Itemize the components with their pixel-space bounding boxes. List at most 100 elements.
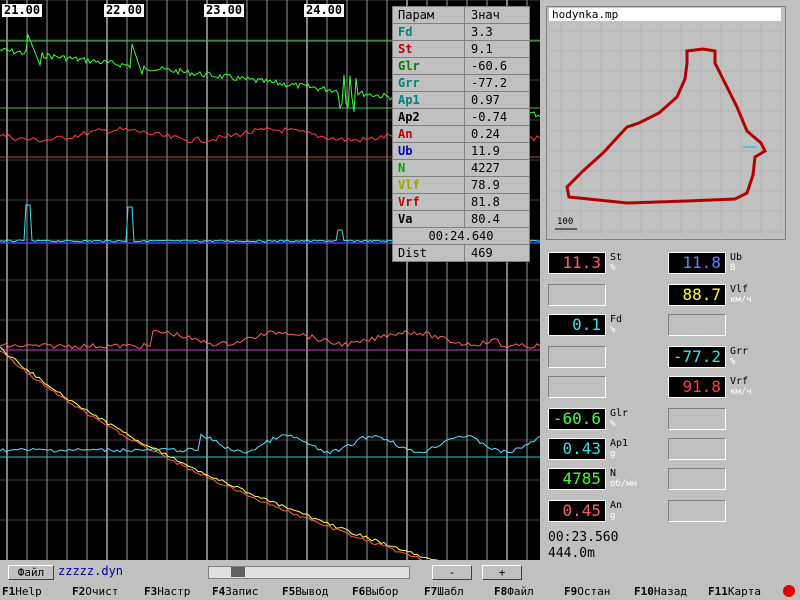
indicator-label-st: St: [610, 252, 623, 263]
param-name: An: [393, 126, 465, 142]
fkey-f7[interactable]: F7Шабл: [424, 584, 464, 600]
param-name: Fd: [393, 24, 465, 40]
indicator-ap1[interactable]: 0.43: [548, 438, 606, 460]
param-name: N: [393, 160, 465, 176]
param-dist-name: Dist: [393, 245, 465, 261]
indicator-grr[interactable]: -77.2: [668, 346, 726, 368]
param-time-row: 00:24.640: [393, 228, 529, 245]
param-header-value: Знач: [471, 8, 500, 22]
indicator-an[interactable]: 0.45: [548, 500, 606, 522]
indicator-st[interactable]: 11.3: [548, 252, 606, 274]
fkey-code: F6: [352, 585, 366, 598]
fkey-f8[interactable]: F8Файл: [494, 584, 534, 600]
fkey-f6[interactable]: F6Выбор: [352, 584, 398, 600]
param-value: -77.2: [471, 76, 508, 90]
fkey-f1[interactable]: F1Help: [2, 584, 42, 600]
indicator-vlf[interactable]: 88.7: [668, 284, 726, 306]
indicator-glr[interactable]: -60.6: [548, 408, 606, 430]
indicator-unit-ub: В: [730, 263, 736, 273]
time-label-1: 21.00: [2, 3, 43, 17]
fkey-f3[interactable]: F3Настр: [144, 584, 190, 600]
fkey-label: Остан: [577, 585, 611, 598]
param-value: -0.74: [471, 110, 508, 124]
track-map: [549, 23, 783, 235]
param-row-glr: Glr -60.6: [393, 58, 529, 75]
parameter-table: Парам Знач Fd 3.3 St 9.1 Glr -60.6 Grr -77.2 Ap1…: [392, 6, 530, 262]
fkey-f2[interactable]: F2Очист: [72, 584, 118, 600]
filename: zzzzz.dyn: [58, 564, 124, 578]
empty-indicator: [668, 408, 726, 430]
fkey-f10[interactable]: F10Назад: [634, 584, 687, 600]
param-value: 0.24: [471, 127, 500, 141]
fkey-label: Настр: [157, 585, 191, 598]
function-key-bar: F1Help F2Очист F3Настр F4Запис F5Вывод F6Выбо…: [0, 584, 800, 600]
telemetry-graph[interactable]: 21.00 22.00 23.00 24.00 Парам Знач Fd 3.3…: [0, 0, 540, 560]
param-row-ap1: Ap1 0.97: [393, 92, 529, 109]
indicator-vrf[interactable]: 91.8: [668, 376, 726, 398]
distance-readout: 444.0m: [548, 546, 595, 561]
param-name: Ap2: [393, 109, 465, 125]
trace-vrf-upper: [0, 329, 540, 350]
fkey-label: Help: [15, 585, 42, 598]
param-row-ap2: Ap2 -0.74: [393, 109, 529, 126]
indicator-ub[interactable]: 11.8: [668, 252, 726, 274]
fkey-f4[interactable]: F4Запис: [212, 584, 258, 600]
param-row-vlf: Vlf 78.9: [393, 177, 529, 194]
param-name: Vlf: [393, 177, 465, 193]
empty-indicator: [668, 438, 726, 460]
time-scrollbar[interactable]: [208, 566, 410, 579]
param-row-n: N 4227: [393, 160, 529, 177]
param-name: Ub: [393, 143, 465, 159]
param-dist-value: 469: [471, 246, 493, 260]
indicator-unit-ap1: g: [610, 449, 616, 459]
indicator-label-fd: Fd: [610, 314, 623, 325]
map-title: hodynka.mp: [549, 8, 781, 21]
bottom-bar: Файл zzzzz.dyn - +: [0, 562, 800, 582]
indicator-label-glr: Glr: [610, 408, 629, 419]
map-scale-label: 100: [557, 217, 574, 227]
param-row-st: St 9.1: [393, 41, 529, 58]
trace-vrf: [0, 350, 424, 560]
indicator-label-n: N: [610, 468, 617, 479]
indicator-label-ub: Ub: [730, 252, 743, 263]
file-button[interactable]: Файл: [8, 565, 54, 580]
indicator-fd[interactable]: 0.1: [548, 314, 606, 336]
elapsed-time: 00:23.560: [548, 530, 619, 545]
fkey-code: F3: [144, 585, 158, 598]
fkey-label: Шабл: [437, 585, 464, 598]
record-indicator-icon: [783, 585, 795, 597]
param-name: Grr: [393, 75, 465, 91]
param-header-row: Парам Знач: [393, 7, 529, 24]
param-value: 9.1: [471, 42, 493, 56]
fkey-code: F5: [282, 585, 296, 598]
fkey-f9[interactable]: F9Остан: [564, 584, 610, 600]
fkey-label: Карта: [727, 585, 761, 598]
indicator-unit-vrf: км/ч: [730, 387, 752, 397]
param-name: Glr: [393, 58, 465, 74]
fkey-label: Назад: [653, 585, 687, 598]
fkey-f5[interactable]: F5Вывод: [282, 584, 328, 600]
zoom-in-button[interactable]: +: [482, 565, 522, 580]
fkey-code: F2: [72, 585, 86, 598]
param-header-name: Парам: [393, 7, 465, 23]
time-label-3: 23.00: [204, 3, 245, 17]
fkey-f11[interactable]: F11Карта: [708, 584, 761, 600]
zoom-out-button[interactable]: -: [432, 565, 472, 580]
track-map-window[interactable]: hodynka.mp 100: [546, 6, 786, 240]
fkey-code: F11: [708, 585, 728, 598]
param-name: St: [393, 41, 465, 57]
fkey-code: F4: [212, 585, 226, 598]
fkey-code: F10: [634, 585, 654, 598]
fkey-code: F1: [2, 585, 16, 598]
scrollbar-thumb[interactable]: [231, 567, 245, 577]
param-dist-row: Dist 469: [393, 245, 529, 261]
time-label-4: 24.00: [304, 3, 345, 17]
time-label-2: 22.00: [104, 3, 145, 17]
param-value: 0.97: [471, 93, 500, 107]
indicator-label-ap1: Ap1: [610, 438, 629, 449]
fkey-code: F7: [424, 585, 438, 598]
indicator-n[interactable]: 4785: [548, 468, 606, 490]
param-name: Vrf: [393, 194, 465, 210]
empty-indicator: [548, 346, 606, 368]
fkey-label: Очист: [85, 585, 119, 598]
